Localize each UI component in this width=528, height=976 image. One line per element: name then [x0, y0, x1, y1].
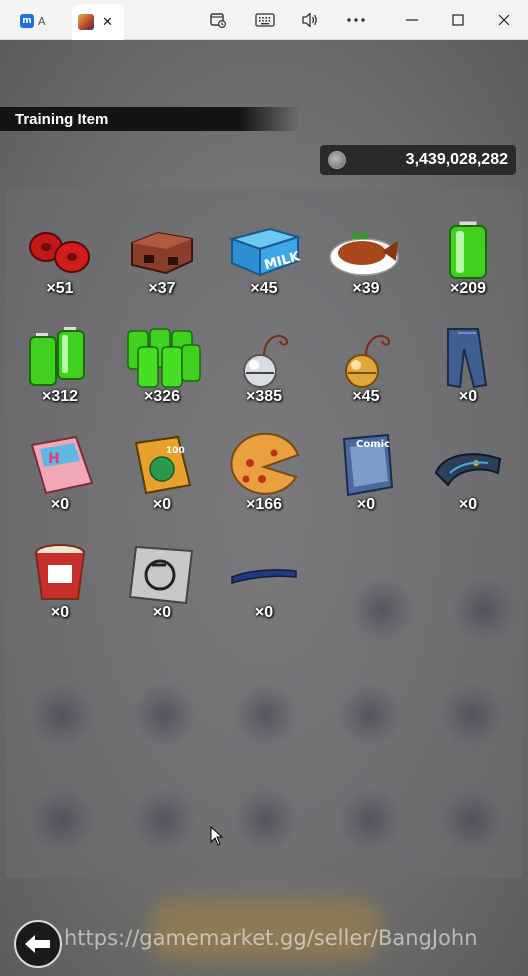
item-count: ×0: [254, 604, 274, 621]
item-battery-single[interactable]: ×209: [418, 214, 518, 318]
empty-slot: [338, 683, 402, 747]
item-count: ×39: [352, 280, 380, 297]
item-count: ×0: [50, 496, 70, 513]
tab-app[interactable]: m A: [14, 6, 68, 36]
item-count: ×166: [245, 496, 283, 513]
item-silver-bell[interactable]: ×385: [214, 322, 314, 426]
tab-close-icon[interactable]: ✕: [102, 15, 113, 30]
empty-slot: [452, 578, 516, 642]
close-icon[interactable]: [494, 10, 514, 30]
strip-icon: [224, 538, 304, 608]
empty-slot: [440, 788, 504, 852]
item-milk[interactable]: MILK ×45: [214, 214, 314, 318]
jeans-icon: [428, 322, 508, 392]
fish-plate-icon: [326, 214, 406, 284]
silver-bell-icon: [224, 322, 304, 392]
item-jeans[interactable]: ×0: [418, 322, 518, 426]
magazine-icon: H: [20, 430, 100, 500]
more-icon[interactable]: [346, 10, 366, 30]
keyboard-icon[interactable]: [254, 10, 276, 30]
empty-slot: [30, 683, 94, 747]
maximize-icon[interactable]: [448, 10, 468, 30]
game-logo-icon: [78, 14, 94, 30]
tab-app-label: A: [38, 14, 46, 28]
item-gold-bell[interactable]: ×45: [316, 322, 416, 426]
game-box-icon: 100: [122, 430, 202, 500]
item-count: ×385: [245, 388, 283, 405]
item-count: ×37: [148, 280, 176, 297]
item-count: ×209: [449, 280, 487, 297]
empty-slot: [350, 578, 414, 642]
game-viewport: Training Item 3,439,028,282 ×51 ×37 MILK…: [0, 40, 528, 976]
window-titlebar: m A ✕: [0, 0, 528, 40]
item-count: ×0: [356, 496, 376, 513]
section-title-text: Training Item: [15, 110, 109, 128]
item-count: ×326: [143, 388, 181, 405]
item-grid-panel: ×51 ×37 MILK ×45 ×39 ×209 ×312 ×326 ×385…: [6, 188, 522, 878]
item-comic-book[interactable]: Comic ×0: [316, 430, 416, 534]
section-title: Training Item: [0, 107, 300, 131]
item-emblem-card[interactable]: ×0: [112, 538, 212, 642]
empty-slot: [132, 788, 196, 852]
item-board-game[interactable]: 100 ×0: [112, 430, 212, 534]
empty-slot: [234, 788, 298, 852]
item-count: ×0: [152, 496, 172, 513]
item-battery-quad[interactable]: ×326: [112, 322, 212, 426]
empty-slot: [338, 788, 402, 852]
brick-icon: [122, 214, 202, 284]
cup-noodle-icon: [20, 538, 100, 608]
volume-icon[interactable]: [300, 10, 320, 30]
svg-text:100: 100: [166, 446, 185, 456]
mouse-cursor-icon: [210, 826, 224, 846]
milk-crate-icon: MILK: [224, 214, 304, 284]
item-count: ×45: [250, 280, 278, 297]
item-magazine[interactable]: H ×0: [10, 430, 110, 534]
currency-display: 3,439,028,282: [320, 145, 516, 175]
gold-bell-icon: [326, 322, 406, 392]
item-brick[interactable]: ×37: [112, 214, 212, 318]
svg-text:H: H: [48, 451, 60, 467]
item-grilled-fish[interactable]: ×39: [316, 214, 416, 318]
empty-slot: [132, 683, 196, 747]
coin-icon: [328, 151, 346, 169]
watermark-text: https://gamemarket.gg/seller/BangJohn: [64, 926, 478, 950]
empty-slot: [234, 683, 298, 747]
dumbbell-icon: [20, 214, 100, 284]
item-red-weights[interactable]: ×51: [10, 214, 110, 318]
item-cup-noodle[interactable]: ×0: [10, 538, 110, 642]
item-shoe-insole[interactable]: ×0: [418, 430, 518, 534]
item-count: ×312: [41, 388, 79, 405]
app-logo-icon: m: [20, 14, 34, 28]
item-count: ×0: [152, 604, 172, 621]
svg-text:Comic: Comic: [356, 439, 390, 450]
item-pizza[interactable]: ×166: [214, 430, 314, 534]
item-blue-strip[interactable]: ×0: [214, 538, 314, 642]
item-count: ×0: [458, 496, 478, 513]
minimize-icon[interactable]: [402, 10, 422, 30]
item-count: ×51: [46, 280, 74, 297]
battery-pair-icon: [20, 322, 100, 392]
item-battery-double[interactable]: ×312: [10, 322, 110, 426]
item-count: ×0: [50, 604, 70, 621]
tab-game[interactable]: ✕: [72, 4, 124, 40]
currency-amount: 3,439,028,282: [405, 151, 508, 168]
emblem-card-icon: [122, 538, 202, 608]
insole-icon: [428, 430, 508, 500]
back-button[interactable]: [14, 920, 62, 968]
empty-slot: [440, 683, 504, 747]
battery-pack-icon: [122, 322, 202, 392]
comic-book-icon: Comic: [326, 430, 406, 500]
back-arrow-icon: [25, 935, 50, 953]
empty-slot: [30, 788, 94, 852]
item-count: ×45: [352, 388, 380, 405]
pizza-icon: [224, 430, 304, 500]
battery-icon: [428, 214, 508, 284]
screenshot-icon[interactable]: [208, 10, 228, 30]
item-count: ×0: [458, 388, 478, 405]
